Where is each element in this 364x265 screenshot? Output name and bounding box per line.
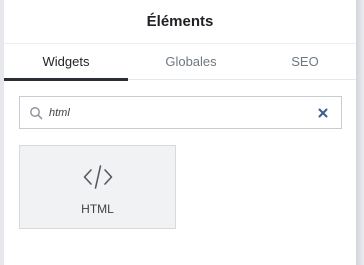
close-icon[interactable]: [316, 106, 330, 120]
code-icon: [83, 165, 113, 189]
elements-panel: Éléments Widgets Globales SEO HTML: [4, 0, 356, 265]
search-input[interactable]: [49, 103, 309, 123]
panel-edge: [356, 0, 364, 265]
panel-title: Éléments: [146, 13, 214, 30]
tab-globales[interactable]: Globales: [128, 44, 254, 79]
active-tab-indicator: [4, 78, 128, 81]
tab-seo[interactable]: SEO: [254, 44, 356, 79]
tab-widgets[interactable]: Widgets: [4, 44, 128, 79]
panel-tabs: Widgets Globales SEO: [4, 44, 356, 81]
search-box: [19, 96, 342, 129]
panel-header: Éléments: [4, 0, 356, 44]
widget-html[interactable]: HTML: [19, 145, 176, 229]
search-icon: [30, 107, 43, 120]
widget-label: HTML: [81, 202, 114, 216]
